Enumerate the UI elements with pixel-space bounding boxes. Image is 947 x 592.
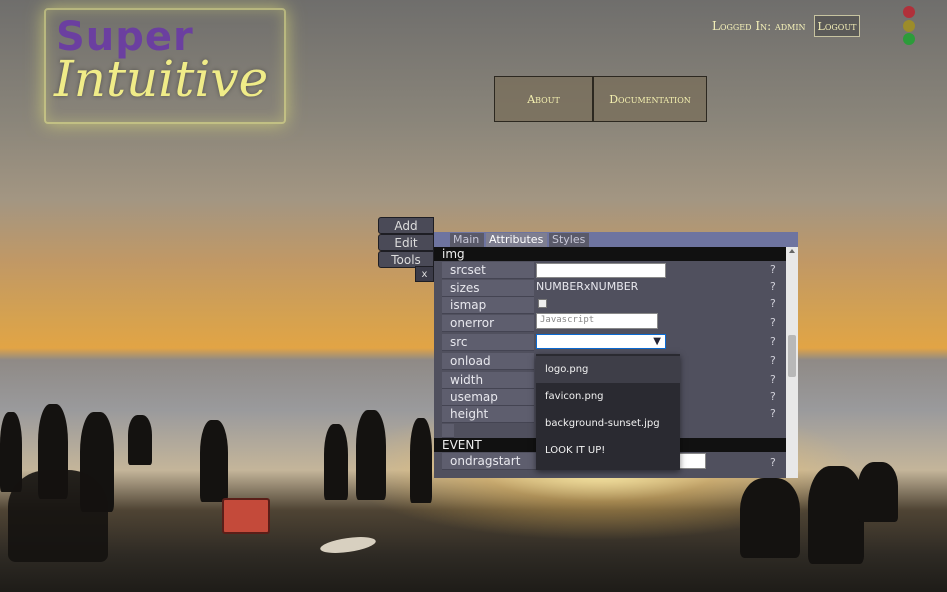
beach-person [858, 462, 898, 522]
srcset-input[interactable] [536, 263, 666, 278]
tab-main[interactable]: Main [450, 233, 484, 247]
onerror-textarea[interactable]: Javascript [536, 313, 658, 329]
attr-label-height: height [442, 406, 534, 423]
beach-person [200, 420, 228, 502]
help-srcset[interactable]: ? [770, 263, 776, 276]
logo-text-intuitive: Intuitive [54, 50, 269, 108]
attr-label-srcset: srcset [442, 262, 534, 279]
src-select[interactable]: ▼ [536, 334, 666, 349]
dropdown-option-look-it-up[interactable]: LOOK IT UP! [536, 437, 680, 464]
add-button[interactable]: Add [378, 217, 434, 234]
scrollbar-thumb[interactable] [788, 335, 796, 377]
attr-label-width: width [442, 372, 534, 389]
beach-person [740, 478, 800, 558]
help-height[interactable]: ? [770, 407, 776, 420]
close-panel-button[interactable]: x [415, 266, 434, 282]
status-light-red-icon [903, 6, 915, 18]
scroll-up-arrow-icon[interactable] [789, 249, 795, 253]
beach-person [808, 466, 864, 564]
beach-person [356, 410, 386, 500]
dropdown-option-background[interactable]: background-sunset.jpg [536, 410, 680, 437]
boogie-board [319, 534, 377, 556]
help-sizes[interactable]: ? [770, 280, 776, 293]
sizes-value[interactable]: NUMBERxNUMBER [536, 280, 638, 293]
attr-label-onload: onload [442, 353, 534, 370]
src-dropdown-list: logo.png favicon.png background-sunset.j… [536, 354, 680, 470]
help-ondragstart[interactable]: ? [770, 456, 776, 469]
nav-about-button[interactable]: About [494, 76, 593, 122]
help-ismap[interactable]: ? [770, 297, 776, 310]
edit-button[interactable]: Edit [378, 234, 434, 251]
row-divider [442, 424, 454, 438]
logged-in-status: Logged In: admin [712, 19, 806, 33]
help-onload[interactable]: ? [770, 354, 776, 367]
dropdown-option-logo[interactable]: logo.png [536, 356, 680, 383]
attr-label-src: src [442, 334, 534, 351]
beach-person [410, 418, 432, 503]
nav-documentation-button[interactable]: Documentation [593, 76, 707, 122]
dropdown-option-favicon[interactable]: favicon.png [536, 383, 680, 410]
panel-tab-bar: Main Attributes Styles [434, 232, 798, 247]
beach-person [324, 424, 348, 500]
beach-chair [8, 470, 108, 562]
dropdown-arrow-icon[interactable]: ▼ [653, 336, 661, 347]
help-src[interactable]: ? [770, 335, 776, 348]
ismap-checkbox[interactable] [538, 299, 547, 308]
help-onerror[interactable]: ? [770, 316, 776, 329]
beach-person [128, 415, 152, 465]
panel-scrollbar[interactable] [786, 247, 798, 478]
status-light-amber-icon [903, 20, 915, 32]
element-section-header: img [434, 247, 786, 261]
help-usemap[interactable]: ? [770, 390, 776, 403]
help-width[interactable]: ? [770, 373, 776, 386]
attr-label-sizes: sizes [442, 280, 534, 297]
red-cooler [222, 498, 270, 534]
attr-label-onerror: onerror [442, 315, 534, 332]
tab-styles[interactable]: Styles [549, 233, 589, 247]
logout-button[interactable]: Logout [814, 15, 860, 37]
attr-label-usemap: usemap [442, 389, 534, 406]
attr-label-ismap: ismap [442, 297, 534, 314]
tab-attributes[interactable]: Attributes [486, 233, 547, 247]
status-light-green-icon [903, 33, 915, 45]
